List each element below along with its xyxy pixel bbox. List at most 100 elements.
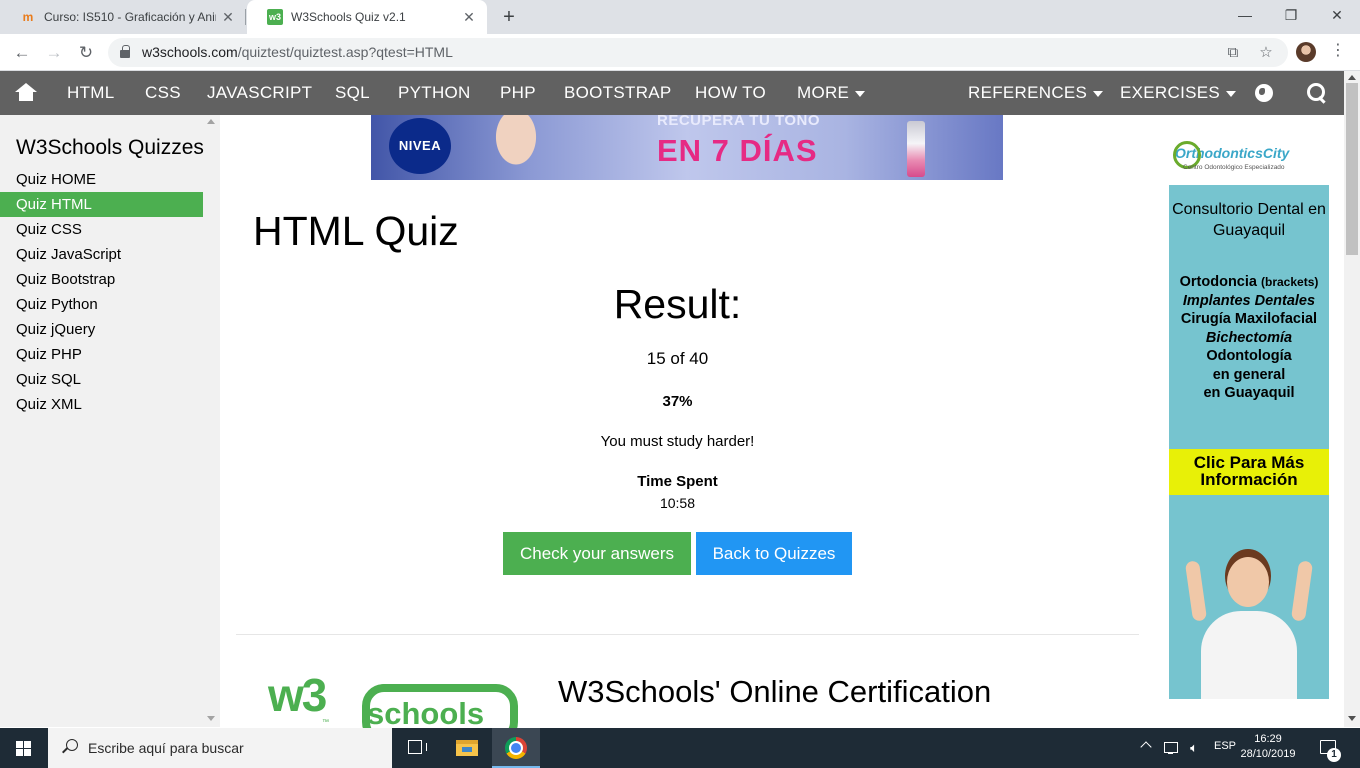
task-view-button[interactable] (392, 728, 440, 768)
section-divider (236, 634, 1139, 635)
windows-start-icon (16, 741, 32, 756)
chrome-icon (505, 737, 527, 759)
ad-logo-subtitle: Centro Odontológico Especializado (1183, 164, 1285, 171)
translate-icon[interactable]: ⧉ (1222, 42, 1244, 64)
globe-icon[interactable] (1255, 84, 1273, 102)
tab-curso[interactable]: m Curso: IS510 - Graficación y Anim ✕ (0, 0, 246, 34)
sidebar-scroll-down-icon[interactable] (207, 716, 215, 721)
scroll-up-icon[interactable] (1348, 75, 1356, 80)
address-bar[interactable]: w3schools.com/quiztest/quiztest.asp?qtes… (108, 38, 1288, 67)
sidebar-scroll-up-icon[interactable] (207, 119, 215, 124)
star-icon[interactable]: ☆ (1255, 42, 1277, 64)
banner-product-image (907, 121, 925, 177)
ad-service-item: Implantes Dentales (1182, 292, 1316, 309)
network-icon[interactable] (1162, 739, 1180, 757)
tab-title: W3Schools Quiz v2.1 (291, 10, 406, 24)
ad-service-item: en general (1212, 366, 1286, 383)
clock-date: 28/10/2019 (1240, 748, 1296, 760)
quiz-sidebar: W3Schools Quizzes Quiz HOME Quiz HTML Qu… (0, 115, 220, 727)
language-indicator[interactable]: ESP (1214, 740, 1236, 752)
ad-person-image (1184, 551, 1314, 699)
time-spent-value: 10:58 (659, 495, 696, 511)
url-text: w3schools.com/quiztest/quiztest.asp?qtes… (142, 44, 453, 60)
nav-references-label: REFERENCES (968, 83, 1088, 102)
banner-subheadline: EN 7 DÍAS (657, 133, 818, 168)
banner-model-image (481, 115, 551, 180)
nav-css[interactable]: CSS (145, 71, 181, 115)
w3-top-nav: HTML CSS JAVASCRIPT SQL PYTHON PHP BOOTS… (0, 71, 1360, 115)
time-spent-label: Time Spent (637, 473, 718, 490)
caret-down-icon (855, 90, 866, 97)
windows-taskbar: Escribe aquí para buscar 🔈︎ ESP 16:29 28… (0, 728, 1360, 768)
tab-close-icon[interactable]: ✕ (216, 9, 240, 26)
sidebar-title: W3Schools Quizzes (16, 136, 204, 159)
minimize-button[interactable]: — (1222, 0, 1268, 34)
caret-down-icon (1226, 90, 1237, 97)
sidebar-item-quiz-python[interactable]: Quiz Python (0, 292, 203, 317)
nav-how-to[interactable]: HOW TO (695, 71, 766, 115)
logo-text: schools (367, 696, 485, 731)
browser-tab-strip: m Curso: IS510 - Graficación y Anim ✕ w3… (0, 0, 1360, 34)
home-icon[interactable] (15, 83, 37, 103)
sidebar-item-quiz-php[interactable]: Quiz PHP (0, 342, 203, 367)
moodle-favicon-icon: m (22, 10, 34, 24)
nav-sql[interactable]: SQL (335, 71, 370, 115)
nav-more[interactable]: MORE (797, 71, 866, 115)
taskbar-search[interactable]: Escribe aquí para buscar (48, 728, 392, 768)
chrome-taskbar-button[interactable] (492, 728, 540, 768)
sidebar-item-quiz-html[interactable]: Quiz HTML (0, 192, 203, 217)
tray-chevron-up-icon[interactable] (1140, 741, 1152, 753)
sidebar-item-quiz-xml[interactable]: Quiz XML (0, 392, 203, 417)
ad-service-extra: (brackets) (1261, 275, 1319, 289)
ad-person-body (1201, 611, 1297, 699)
reload-icon[interactable]: ↻ (73, 40, 99, 66)
caret-down-icon (1093, 90, 1104, 97)
lock-icon (120, 45, 130, 58)
page-scrollbar[interactable] (1344, 71, 1360, 727)
close-window-button[interactable]: ✕ (1314, 0, 1360, 34)
sidebar-item-quiz-home[interactable]: Quiz HOME (0, 167, 203, 192)
ad-cta-button[interactable]: Clic Para Más Información (1169, 449, 1329, 495)
tab-title: Curso: IS510 - Graficación y Anim (44, 10, 216, 24)
tab-close-icon[interactable]: ✕ (457, 9, 481, 26)
task-view-icon (408, 740, 427, 754)
nav-javascript[interactable]: JAVASCRIPT (207, 71, 312, 115)
taskbar-clock[interactable]: 16:29 28/10/2019 (1240, 732, 1296, 762)
maximize-button[interactable]: ❐ (1268, 0, 1314, 34)
forward-arrow-icon[interactable]: → (41, 40, 67, 66)
sidebar-item-quiz-sql[interactable]: Quiz SQL (0, 367, 203, 392)
start-button[interactable] (0, 728, 48, 768)
volume-icon[interactable]: 🔈︎ (1185, 739, 1203, 757)
scroll-down-icon[interactable] (1348, 716, 1356, 721)
back-arrow-icon[interactable]: ← (9, 40, 35, 66)
ad-service-item: Ortodoncia (brackets) (1169, 273, 1329, 292)
new-tab-button[interactable]: + (497, 5, 521, 29)
sidebar-item-quiz-css[interactable]: Quiz CSS (0, 217, 203, 242)
browser-menu-icon[interactable]: ⋮ (1330, 40, 1346, 60)
nivea-logo: NIVEA (389, 118, 451, 174)
scroll-thumb[interactable] (1346, 83, 1358, 255)
nav-references[interactable]: REFERENCES (968, 71, 1104, 115)
logo-mark: w3 (268, 669, 327, 721)
sidebar-item-quiz-bootstrap[interactable]: Quiz Bootstrap (0, 267, 203, 292)
nav-bootstrap[interactable]: BOOTSTRAP (564, 71, 672, 115)
tab-w3schools-quiz[interactable]: w3 W3Schools Quiz v2.1 ✕ (247, 0, 487, 34)
sidebar-item-quiz-jquery[interactable]: Quiz jQuery (0, 317, 203, 342)
logo-trademark: ™ (322, 719, 329, 726)
orthodontics-ad[interactable]: OrthodonticsCity Centro Odontológico Esp… (1169, 115, 1329, 699)
search-icon[interactable] (1307, 83, 1327, 103)
nav-html[interactable]: HTML (67, 71, 114, 115)
check-answers-button[interactable]: Check your answers (503, 532, 691, 575)
profile-avatar[interactable] (1296, 42, 1316, 62)
ad-headline: Consultorio Dental en Guayaquil (1172, 201, 1326, 239)
ad-person-arm (1184, 560, 1208, 622)
nav-php[interactable]: PHP (500, 71, 536, 115)
nav-exercises[interactable]: EXERCISES (1120, 71, 1237, 115)
nivea-banner-ad[interactable]: NIVEA RECUPERA TU TONO EN 7 DÍAS (371, 115, 1003, 180)
percent-text: 37% (662, 393, 693, 410)
url-path: /quiztest/quiztest.asp?qtest=HTML (237, 44, 453, 60)
nav-python[interactable]: PYTHON (398, 71, 471, 115)
file-explorer-button[interactable] (442, 728, 490, 768)
sidebar-item-quiz-javascript[interactable]: Quiz JavaScript (0, 242, 203, 267)
back-to-quizzes-button[interactable]: Back to Quizzes (696, 532, 852, 575)
